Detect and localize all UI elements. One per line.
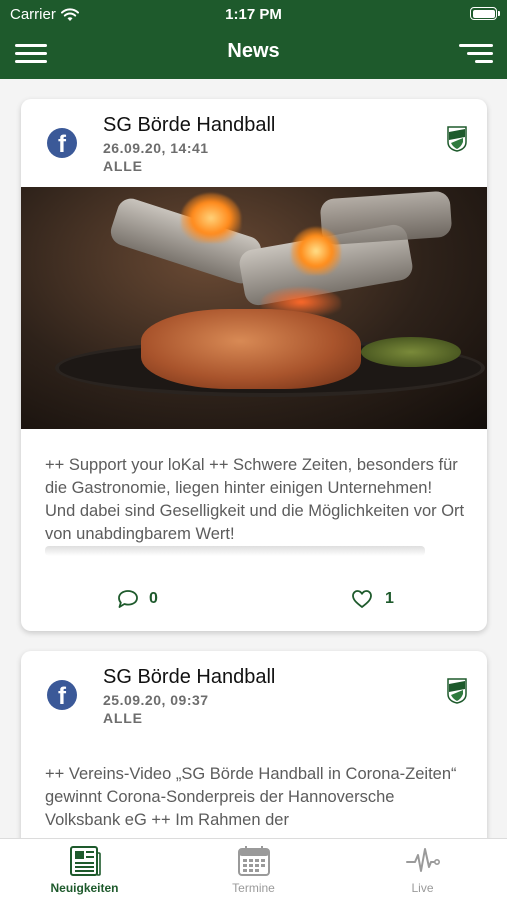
- post-excerpt: ++ Support your loKal ++ Schwere Zeiten,…: [45, 456, 465, 543]
- news-card[interactable]: f SG Börde Handball 25.09.20, 09:37 ALLE…: [21, 651, 487, 839]
- post-actions: 0 1: [21, 589, 487, 619]
- card-header: f SG Börde Handball 25.09.20, 09:37 ALLE: [21, 651, 487, 739]
- tab-bar: Neuigkeiten Termine Live: [0, 838, 507, 900]
- status-time: 1:17 PM: [225, 6, 282, 23]
- battery-icon: [470, 7, 500, 20]
- heart-icon: [352, 590, 372, 608]
- news-card[interactable]: f SG Börde Handball 26.09.20, 14:41 ALLE…: [21, 99, 487, 631]
- like-count: 1: [385, 590, 394, 607]
- post-excerpt: ++ Vereins-Video „SG Börde Handball in C…: [45, 765, 457, 829]
- status-bar: Carrier 1:17 PM: [0, 0, 507, 30]
- tab-live[interactable]: Live: [338, 845, 507, 900]
- facebook-icon: f: [47, 680, 77, 710]
- tab-label: Termine: [232, 881, 275, 895]
- pulse-icon: [405, 848, 440, 872]
- post-category: ALLE: [103, 158, 143, 174]
- club-logo-icon: [447, 126, 467, 152]
- post-date: 25.09.20, 09:37: [103, 692, 209, 708]
- comment-button[interactable]: 0: [117, 589, 158, 609]
- post-image[interactable]: [21, 187, 487, 429]
- text-fade: [45, 546, 425, 556]
- card-header: f SG Börde Handball 26.09.20, 14:41 ALLE: [21, 99, 487, 187]
- comment-icon: [118, 590, 138, 608]
- like-button[interactable]: 1: [351, 589, 394, 609]
- filter-icon[interactable]: [459, 44, 493, 64]
- tab-label: Neuigkeiten: [50, 881, 119, 895]
- post-author: SG Börde Handball: [103, 666, 276, 688]
- calendar-icon: [237, 846, 270, 876]
- app-header: Carrier 1:17 PM News: [0, 0, 507, 79]
- news-feed[interactable]: f SG Börde Handball 26.09.20, 14:41 ALLE…: [0, 79, 507, 839]
- newspaper-icon: [69, 846, 101, 876]
- comment-count: 0: [149, 590, 158, 607]
- tab-neuigkeiten[interactable]: Neuigkeiten: [0, 845, 169, 900]
- facebook-icon: f: [47, 128, 77, 158]
- page-title: News: [227, 40, 280, 62]
- post-author: SG Börde Handball: [103, 114, 276, 136]
- tab-termine[interactable]: Termine: [169, 845, 338, 900]
- tab-label: Live: [411, 881, 434, 895]
- post-category: ALLE: [103, 710, 143, 726]
- post-date: 26.09.20, 14:41: [103, 140, 209, 156]
- club-logo-icon: [447, 678, 467, 704]
- navigation-bar: News: [0, 30, 507, 79]
